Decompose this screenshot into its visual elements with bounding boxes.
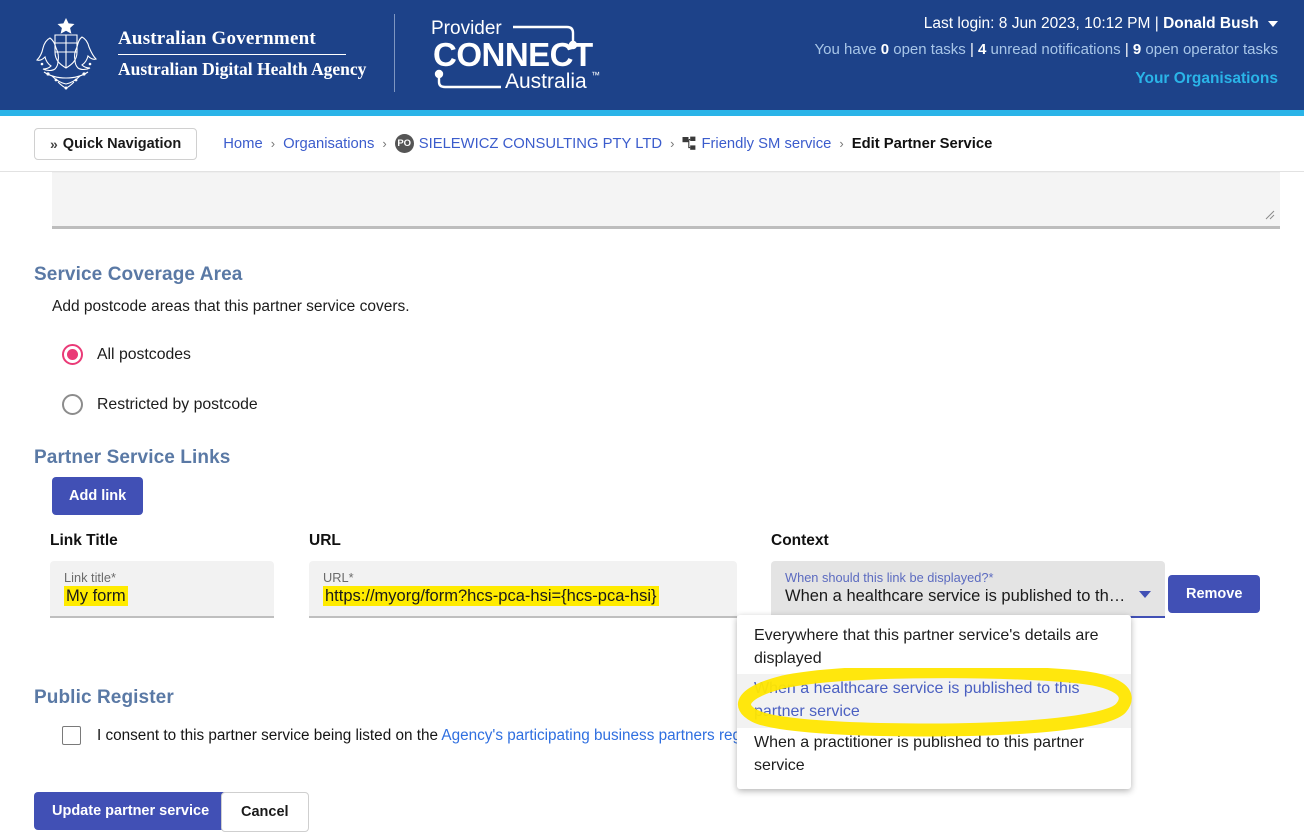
breadcrumb-current-page: Edit Partner Service xyxy=(852,136,993,152)
radio-all-postcodes[interactable]: All postcodes xyxy=(62,344,191,365)
column-header-context: Context xyxy=(771,532,829,550)
radio-restricted-by-postcode-input[interactable] xyxy=(62,394,83,415)
australian-coat-of-arms-icon xyxy=(22,12,110,96)
dropdown-option-everywhere[interactable]: Everywhere that this partner service's d… xyxy=(737,621,1131,674)
link-title-highlighted-text: My form xyxy=(64,586,128,606)
resize-handle-icon[interactable] xyxy=(1265,210,1275,220)
task-summary-row: You have 0 open tasks | 4 unread notific… xyxy=(815,38,1278,61)
breadcrumb-separator: › xyxy=(271,136,275,151)
consent-checkbox[interactable] xyxy=(62,726,81,745)
double-chevron-right-icon: » xyxy=(50,136,56,152)
header-divider-pipe: | xyxy=(1155,15,1159,32)
public-register-heading: Public Register xyxy=(34,687,174,709)
context-dropdown-panel[interactable]: Everywhere that this partner service's d… xyxy=(737,615,1131,789)
last-login-row: Last login: 8 Jun 2023, 10:12 PM | Donal… xyxy=(815,12,1278,36)
consent-text-before: I consent to this partner service being … xyxy=(97,727,438,744)
provider-connect-logo: Provider CONNECT Australia ™ xyxy=(427,14,607,97)
column-header-link-title: Link Title xyxy=(50,532,118,550)
your-organisations-row: Your Organisations xyxy=(815,67,1278,92)
cancel-button[interactable]: Cancel xyxy=(221,792,309,832)
tasks-prefix-label: You have xyxy=(815,41,877,58)
breadcrumb-item-organisations[interactable]: Organisations xyxy=(283,136,374,152)
context-select-value: When a healthcare service is published t… xyxy=(785,587,1151,606)
open-tasks-link[interactable]: open tasks xyxy=(893,41,966,58)
breadcrumb-organisation-link[interactable]: SIELEWICZ CONSULTING PTY LTD xyxy=(419,136,662,152)
gov-line-2: Australian Digital Health Agency xyxy=(118,55,366,80)
service-node-icon xyxy=(682,136,697,151)
description-textarea[interactable] xyxy=(52,172,1280,229)
radio-restricted-by-postcode-label: Restricted by postcode xyxy=(97,396,258,414)
breadcrumb-separator: › xyxy=(670,136,674,151)
breadcrumb-bar: » Quick Navigation Home › Organisations … xyxy=(0,116,1304,172)
radio-restricted-by-postcode[interactable]: Restricted by postcode xyxy=(62,394,258,415)
connect-word: CONNECT xyxy=(433,36,593,73)
partner-service-links-heading: Partner Service Links xyxy=(34,447,230,469)
breadcrumb-item-organisation[interactable]: PO SIELEWICZ CONSULTING PTY LTD xyxy=(395,134,662,153)
summary-pipe-2: | xyxy=(1125,41,1129,58)
trademark-symbol: ™ xyxy=(591,70,600,80)
url-field-label: URL* xyxy=(323,570,723,585)
breadcrumb-service-link[interactable]: Friendly SM service xyxy=(701,136,831,152)
service-coverage-help-text: Add postcode areas that this partner ser… xyxy=(52,298,410,316)
summary-pipe-1: | xyxy=(970,41,974,58)
government-wordmark: Australian Government Australian Digital… xyxy=(118,28,366,80)
open-tasks-count: 0 xyxy=(881,41,889,58)
australia-word: Australia xyxy=(505,70,587,92)
dropdown-option-healthcare-service[interactable]: When a healthcare service is published t… xyxy=(737,674,1131,727)
organisation-badge-icon: PO xyxy=(395,134,414,153)
remove-link-button[interactable]: Remove xyxy=(1168,575,1260,613)
link-title-field-label: Link title* xyxy=(64,570,260,585)
unread-notifications-count: 4 xyxy=(978,41,986,58)
brand-separator xyxy=(394,14,395,92)
breadcrumb-item-service[interactable]: Friendly SM service xyxy=(682,136,831,152)
header-user-panel: Last login: 8 Jun 2023, 10:12 PM | Donal… xyxy=(815,12,1278,92)
service-coverage-heading: Service Coverage Area xyxy=(34,264,242,286)
last-login-text: Last login: 8 Jun 2023, 10:12 PM xyxy=(924,15,1151,32)
radio-all-postcodes-label: All postcodes xyxy=(97,346,191,364)
user-menu-button[interactable]: Donald Bush xyxy=(1163,15,1259,32)
link-title-field[interactable]: Link title* My form xyxy=(50,561,274,618)
public-register-link[interactable]: Agency's participating business partners… xyxy=(441,727,752,744)
url-field[interactable]: URL* https://myorg/form?hcs-pca-hsi={hcs… xyxy=(309,561,737,618)
url-field-value[interactable]: https://myorg/form?hcs-pca-hsi={hcs-pca-… xyxy=(323,587,723,606)
link-title-field-value[interactable]: My form xyxy=(64,587,260,606)
unread-notifications-link[interactable]: unread notifications xyxy=(991,41,1121,58)
gov-line-1: Australian Government xyxy=(118,28,366,54)
page-root: Australian Government Australian Digital… xyxy=(0,0,1304,839)
context-select[interactable]: When should this link be displayed?* Whe… xyxy=(771,561,1165,618)
dropdown-option-practitioner[interactable]: When a practitioner is published to this… xyxy=(737,728,1131,781)
url-highlighted-text: https://myorg/form?hcs-pca-hsi={hcs-pca-… xyxy=(323,586,659,606)
quick-navigation-label: Quick Navigation xyxy=(63,136,181,152)
consent-checkbox-row[interactable]: I consent to this partner service being … xyxy=(62,726,782,745)
app-header: Australian Government Australian Digital… xyxy=(0,0,1304,110)
column-header-url: URL xyxy=(309,532,341,550)
quick-navigation-button[interactable]: » Quick Navigation xyxy=(34,128,197,160)
operator-tasks-link[interactable]: open operator tasks xyxy=(1145,41,1278,58)
consent-label: I consent to this partner service being … xyxy=(97,727,752,745)
chevron-down-icon[interactable] xyxy=(1268,21,1278,27)
operator-tasks-count: 9 xyxy=(1133,41,1141,58)
your-organisations-link[interactable]: Your Organisations xyxy=(1135,70,1278,87)
update-partner-service-button[interactable]: Update partner service xyxy=(34,792,227,830)
context-select-label: When should this link be displayed?* xyxy=(785,570,1151,585)
breadcrumb-separator: › xyxy=(382,136,386,151)
breadcrumb-separator: › xyxy=(839,136,843,151)
radio-all-postcodes-input[interactable] xyxy=(62,344,83,365)
chevron-down-icon[interactable] xyxy=(1139,591,1151,598)
brand-lockup: Australian Government Australian Digital… xyxy=(0,0,366,96)
breadcrumb-item-home[interactable]: Home xyxy=(223,136,262,152)
breadcrumb: Home › Organisations › PO SIELEWICZ CONS… xyxy=(223,134,992,153)
add-link-button[interactable]: Add link xyxy=(52,477,143,515)
